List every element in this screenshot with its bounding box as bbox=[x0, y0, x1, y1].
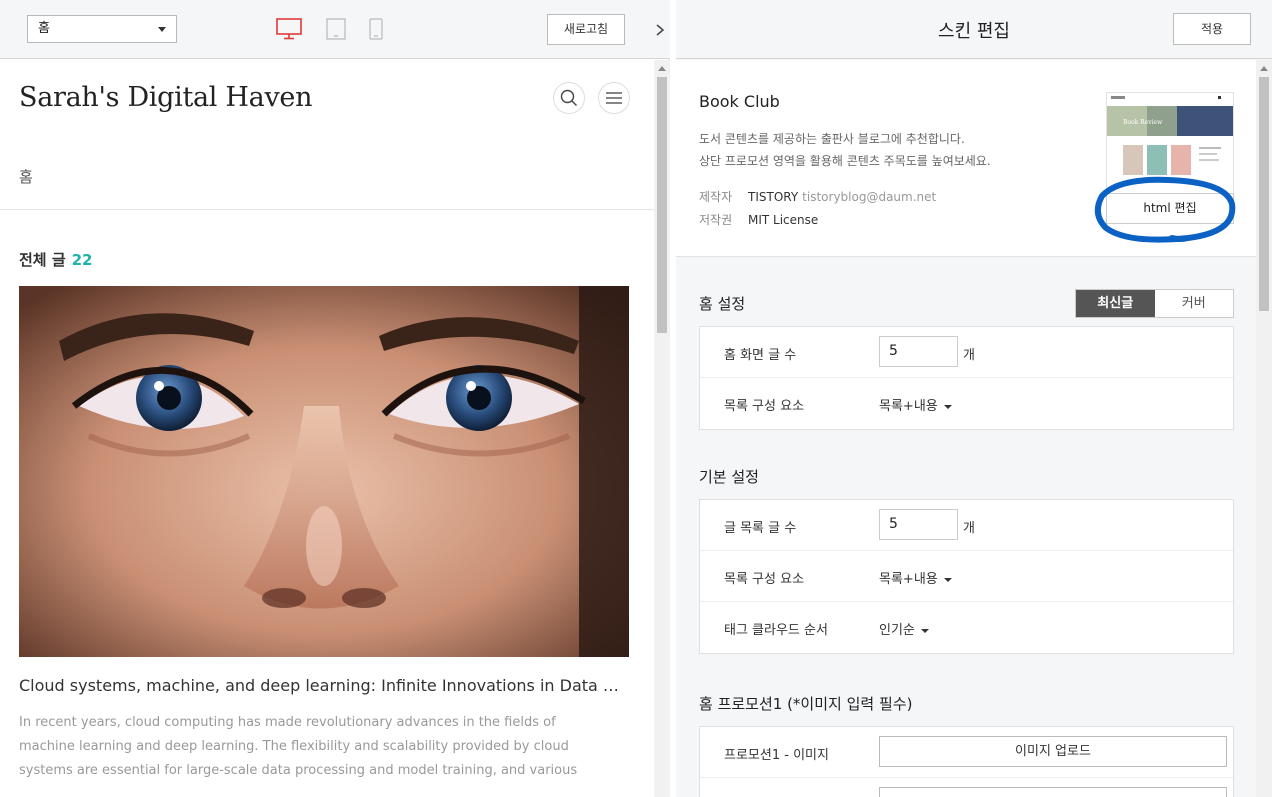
list-elements-label: 목록 구성 요소 bbox=[724, 572, 805, 587]
total-posts-count: 22 bbox=[71, 251, 93, 269]
basic-settings-title: 기본 설정 bbox=[699, 468, 759, 486]
tag-cloud-label: 태그 클라우드 순서 bbox=[724, 623, 828, 638]
promo-next-field[interactable] bbox=[879, 787, 1227, 797]
caret-down-icon bbox=[920, 628, 929, 633]
toggle-cover[interactable]: 커버 bbox=[1155, 290, 1234, 317]
promo-settings-title: 홈 프로모션1 (*이미지 입력 필수) bbox=[699, 695, 913, 713]
menu-button[interactable] bbox=[598, 82, 630, 114]
post-thumbnail[interactable] bbox=[19, 286, 629, 657]
page-select-value: 홈 bbox=[38, 21, 50, 36]
nav-home-link[interactable]: 홈 bbox=[19, 166, 33, 187]
dropdown-value: 목록+내용 bbox=[879, 399, 938, 414]
settings-scrollbar[interactable] bbox=[1256, 60, 1272, 797]
basic-settings-card: 글 목록 글 수 5 개 목록 구성 요소 목록+내용 태그 클라우드 순서 인… bbox=[699, 499, 1234, 654]
home-settings-title: 홈 설정 bbox=[699, 295, 746, 313]
settings-row: 목록 구성 요소 목록+내용 bbox=[700, 378, 1233, 429]
settings-row: 태그 클라우드 순서 인기순 bbox=[700, 602, 1233, 653]
caret-down-icon bbox=[943, 404, 952, 409]
scroll-up-arrow-icon[interactable] bbox=[658, 66, 666, 71]
home-list-dropdown[interactable]: 목록+내용 bbox=[879, 395, 952, 414]
caret-down-icon bbox=[943, 577, 952, 582]
chevron-down-icon bbox=[158, 27, 166, 32]
author-label: 제작자 bbox=[699, 190, 733, 204]
chevron-right-icon bbox=[656, 23, 665, 36]
face-closeup-image bbox=[19, 286, 629, 657]
list-posts-count-input[interactable]: 5 bbox=[879, 509, 958, 540]
scroll-up-arrow-icon[interactable] bbox=[1260, 66, 1268, 71]
total-posts-heading: 전체 글 22 bbox=[19, 249, 93, 270]
tag-cloud-order-dropdown[interactable]: 인기순 bbox=[879, 619, 929, 638]
mobile-icon[interactable] bbox=[369, 18, 383, 40]
preview-toolbar: 홈 새로고침 bbox=[0, 0, 670, 59]
skin-name: Book Club bbox=[699, 92, 780, 111]
home-settings-card: 홈 화면 글 수 5 개 목록 구성 요소 목록+내용 bbox=[699, 326, 1234, 430]
refresh-button[interactable]: 새로고침 bbox=[547, 14, 625, 45]
hamburger-icon bbox=[606, 92, 622, 104]
blog-preview: Sarah's Digital Haven 홈 전체 글 22 Cloud sy… bbox=[0, 60, 654, 797]
app-root: 홈 새로고침 Sarah's Digital Haven 홈 전체 글 22 C… bbox=[0, 0, 1272, 797]
skin-author-row: 제작자 TISTORY tistoryblog@daum.net bbox=[699, 188, 936, 205]
home-mode-toggle: 최신글 커버 bbox=[1075, 289, 1234, 318]
home-posts-count-input[interactable]: 5 bbox=[879, 336, 958, 367]
search-button[interactable] bbox=[553, 82, 585, 114]
settings-row: 홈 화면 글 수 5 개 bbox=[700, 327, 1233, 378]
skin-info-card: Book Club 도서 콘텐츠를 제공하는 출판사 블로그에 추천합니다. 상… bbox=[676, 60, 1256, 257]
image-upload-button[interactable]: 이미지 업로드 bbox=[879, 736, 1227, 767]
list-posts-label: 글 목록 글 수 bbox=[724, 521, 797, 536]
skin-license-row: 저작권 MIT License bbox=[699, 211, 818, 228]
scrollbar-thumb[interactable] bbox=[657, 77, 667, 333]
tablet-icon[interactable] bbox=[326, 18, 346, 40]
settings-row: 목록 구성 요소 목록+내용 bbox=[700, 551, 1233, 602]
toggle-latest-posts[interactable]: 최신글 bbox=[1076, 290, 1155, 317]
annotation-circle bbox=[1094, 176, 1236, 243]
desktop-icon[interactable] bbox=[276, 18, 302, 40]
post-title-link[interactable]: Cloud systems, machine, and deep learnin… bbox=[19, 676, 619, 695]
apply-button[interactable]: 적용 bbox=[1173, 13, 1251, 45]
blog-title[interactable]: Sarah's Digital Haven bbox=[19, 82, 312, 113]
total-posts-label: 전체 글 bbox=[19, 251, 66, 269]
skin-description: 도서 콘텐츠를 제공하는 출판사 블로그에 추천합니다. 상단 프로모션 영역을… bbox=[699, 128, 991, 172]
unit-label: 개 bbox=[963, 521, 975, 536]
author-name: TISTORY bbox=[748, 190, 799, 204]
scrollbar-thumb[interactable] bbox=[1259, 77, 1269, 311]
list-elements-dropdown[interactable]: 목록+내용 bbox=[879, 568, 952, 587]
thumb-caption: Book Review bbox=[1123, 119, 1163, 126]
license-label: 저작권 bbox=[699, 213, 733, 227]
divider bbox=[0, 209, 654, 210]
author-email: tistoryblog@daum.net bbox=[802, 190, 937, 204]
settings-row: 글 목록 글 수 5 개 bbox=[700, 500, 1233, 551]
unit-label: 개 bbox=[963, 348, 975, 363]
skin-description-line: 상단 프로모션 영역을 활용해 콘텐츠 주목도를 높여보세요. bbox=[699, 154, 991, 168]
home-posts-label: 홈 화면 글 수 bbox=[724, 348, 797, 363]
skin-editor-panel: 스킨 편집 적용 Book Club 도서 콘텐츠를 제공하는 출판사 블로그에… bbox=[676, 0, 1272, 797]
collapse-panel-button[interactable] bbox=[650, 0, 670, 59]
page-select[interactable]: 홈 bbox=[27, 15, 177, 43]
post-excerpt: In recent years, cloud computing has mad… bbox=[19, 715, 578, 778]
skin-editor-header: 스킨 편집 적용 bbox=[676, 0, 1272, 59]
preview-pane: 홈 새로고침 Sarah's Digital Haven 홈 전체 글 22 C… bbox=[0, 0, 670, 797]
settings-row: 프로모션1 - 이미지 이미지 업로드 bbox=[700, 727, 1233, 778]
dropdown-value: 목록+내용 bbox=[879, 572, 938, 587]
home-list-label: 목록 구성 요소 bbox=[724, 399, 805, 414]
license-value: MIT License bbox=[748, 213, 819, 227]
settings-row bbox=[700, 778, 1233, 797]
dropdown-value: 인기순 bbox=[879, 623, 915, 638]
skin-description-line: 도서 콘텐츠를 제공하는 출판사 블로그에 추천합니다. bbox=[699, 132, 965, 146]
preview-scrollbar[interactable] bbox=[654, 60, 670, 797]
promo-settings-card: 프로모션1 - 이미지 이미지 업로드 bbox=[699, 726, 1234, 797]
search-icon bbox=[560, 89, 577, 106]
promo-image-label: 프로모션1 - 이미지 bbox=[724, 748, 829, 763]
